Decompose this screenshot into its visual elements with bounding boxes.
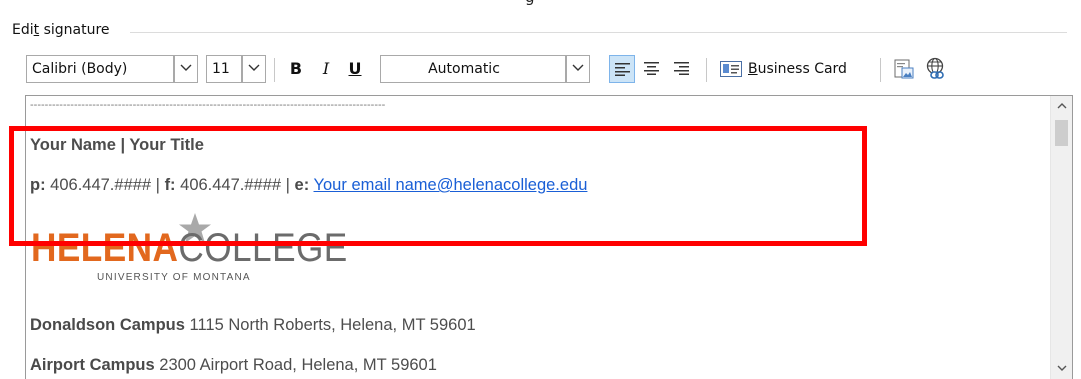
helena-college-logo: HELENACOLLEGE UNIVERSITY OF MONTANA <box>31 213 347 301</box>
align-left-icon <box>615 63 630 76</box>
toolbar-separator <box>274 58 275 82</box>
logo-subtitle: UNIVERSITY OF MONTANA <box>97 272 251 283</box>
insert-picture-button[interactable] <box>890 55 918 83</box>
font-size-value: 11 <box>212 61 230 77</box>
scroll-down-button[interactable] <box>1051 359 1072 379</box>
chevron-down-icon <box>1057 365 1066 371</box>
formatting-toolbar: Calibri (Body) 11 B I U Automatic Busine… <box>26 55 1016 85</box>
signature-campus-1: Donaldson Campus 1115 North Roberts, Hel… <box>30 316 476 334</box>
underline-button[interactable]: U <box>343 55 367 83</box>
signature-separator-line: ----------------------------------------… <box>30 99 386 111</box>
font-color-value: Automatic <box>428 61 500 77</box>
toolbar-separator <box>880 58 881 82</box>
hyperlink-globe-icon <box>926 57 944 79</box>
font-color-select[interactable]: Automatic <box>380 55 566 83</box>
font-family-value: Calibri (Body) <box>32 61 128 77</box>
font-size-select[interactable]: 11 <box>206 55 242 83</box>
bold-button[interactable]: B <box>284 55 308 83</box>
scroll-up-button[interactable] <box>1051 96 1072 116</box>
align-right-button[interactable] <box>669 55 695 83</box>
signature-email-link[interactable]: Your email name@helenacollege.edu <box>314 176 588 194</box>
business-card-button[interactable]: Business Card <box>716 55 866 83</box>
italic-button[interactable]: I <box>314 55 338 83</box>
align-left-button[interactable] <box>609 55 635 83</box>
align-center-button[interactable] <box>639 55 665 83</box>
font-family-select[interactable]: Calibri (Body) <box>26 55 174 83</box>
font-family-dropdown-button[interactable] <box>174 55 198 83</box>
signature-name-title: Your Name | Your Title <box>30 136 204 154</box>
font-size-dropdown-button[interactable] <box>242 55 266 83</box>
insert-picture-icon <box>894 59 914 79</box>
insert-hyperlink-button[interactable] <box>922 55 950 83</box>
logo-wordmark: HELENACOLLEGE <box>31 226 348 270</box>
toolbar-separator <box>706 58 707 82</box>
chevron-down-icon <box>180 64 192 71</box>
chevron-down-icon <box>572 64 584 71</box>
business-card-icon <box>720 61 742 77</box>
align-right-icon <box>674 62 689 75</box>
dialog-title-fragment: g <box>525 0 535 6</box>
scrollbar-thumb[interactable] <box>1055 120 1068 146</box>
vertical-scrollbar[interactable] <box>1050 96 1072 379</box>
edit-signature-heading: Edit signature <box>12 22 116 38</box>
signature-contact-line: p: 406.447.#### | f: 406.447.#### | e: Y… <box>30 176 588 194</box>
chevron-up-icon <box>1057 103 1066 109</box>
font-color-dropdown-button[interactable] <box>566 55 590 83</box>
align-center-icon <box>644 62 659 75</box>
section-divider <box>130 32 1067 33</box>
signature-campus-2: Airport Campus 2300 Airport Road, Helena… <box>30 356 437 374</box>
chevron-down-icon <box>248 64 260 71</box>
signature-editor[interactable]: ----------------------------------------… <box>25 95 1073 379</box>
business-card-label: Business Card <box>748 61 847 77</box>
